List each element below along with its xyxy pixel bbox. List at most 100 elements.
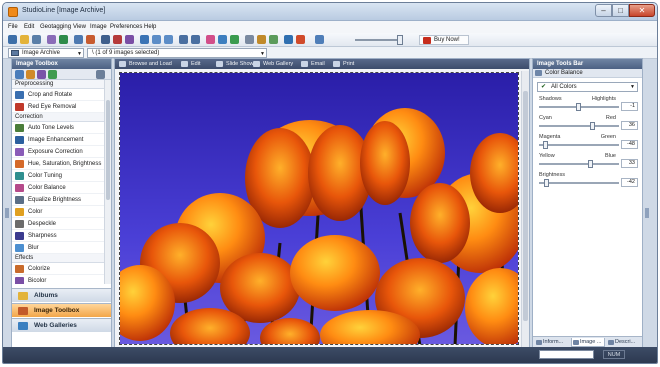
toolbox-section-header[interactable]: Preprocessing [12, 80, 104, 89]
paste-icon[interactable] [86, 35, 95, 44]
geotag-icon[interactable] [269, 35, 278, 44]
toolbox-item[interactable]: Equalize Brightness [12, 194, 104, 206]
new-icon[interactable] [8, 35, 17, 44]
collapse-right-icon[interactable] [645, 208, 649, 218]
tab-slideshow[interactable]: Slide Show [216, 60, 254, 68]
toolbox-item[interactable]: Exposure Correction [12, 146, 104, 158]
menu-image[interactable]: Image [90, 24, 107, 30]
tag-icon[interactable] [125, 35, 134, 44]
email-icon [301, 61, 308, 67]
tools-bar-tab[interactable]: Inform... [535, 338, 569, 347]
title-bar[interactable]: StudioLine [Image Archive] – □ ✕ [3, 3, 657, 21]
sort-icon[interactable] [140, 35, 149, 44]
tab-email[interactable]: Email [301, 60, 325, 68]
slider-handle[interactable] [542, 141, 548, 149]
filter-icon[interactable] [113, 35, 122, 44]
menu-file[interactable]: File [8, 24, 18, 30]
slider-track[interactable] [539, 182, 619, 184]
collapse-left-icon[interactable] [5, 208, 9, 218]
menu-help[interactable]: Help [144, 24, 156, 30]
toolbox-item[interactable]: Blur [12, 242, 104, 254]
tab-print[interactable]: Print [333, 60, 354, 68]
nav-globe[interactable]: Web Galleries [12, 318, 111, 332]
maximize-button[interactable]: □ [612, 4, 629, 17]
menu-preferences[interactable]: Preferences [110, 24, 142, 30]
selection-select[interactable]: \ (1 of 9 images selected) ▼ [87, 48, 267, 58]
toolbox-scrollbar[interactable] [104, 80, 111, 284]
nav-albums[interactable]: Albums [12, 288, 111, 302]
toolbox-item[interactable]: Auto Tone Levels [12, 122, 104, 134]
tool-icon[interactable] [15, 70, 24, 79]
toolbox-section-header[interactable]: Effects [12, 254, 104, 263]
rotate-right-icon[interactable] [164, 35, 173, 44]
slider-handle[interactable] [587, 160, 593, 168]
open-icon[interactable] [20, 35, 29, 44]
tool-icon[interactable] [37, 70, 46, 79]
viewer-scrollbar[interactable] [521, 71, 529, 347]
slider-value-field[interactable]: 33 [621, 159, 638, 168]
copy-icon[interactable] [74, 35, 83, 44]
slider-track[interactable] [539, 163, 619, 165]
slider-value-field[interactable]: -42 [621, 178, 638, 187]
slider-track[interactable] [539, 125, 619, 127]
menu-edit[interactable]: Edit [24, 24, 34, 30]
zoom-icon[interactable] [315, 35, 324, 44]
close-button[interactable]: ✕ [629, 4, 655, 17]
zoom-slider-handle[interactable] [397, 35, 403, 45]
slider-handle[interactable] [544, 179, 550, 187]
toolbox-item[interactable]: Hue, Saturation, Brightness [12, 158, 104, 170]
save-icon[interactable] [32, 35, 41, 44]
tab-web[interactable]: Web Gallery [253, 60, 293, 68]
stop-icon[interactable] [296, 35, 305, 44]
grid-view-icon[interactable] [101, 35, 110, 44]
toolbox-item[interactable]: Color [12, 206, 104, 218]
toolbox-item[interactable]: Despeckle [12, 218, 104, 230]
import-icon[interactable] [47, 35, 56, 44]
options-icon[interactable] [96, 70, 105, 79]
toolbox-item[interactable]: Sharpness [12, 230, 104, 242]
tools-bar-tab[interactable]: Image ... [571, 338, 605, 347]
redo-icon[interactable] [191, 35, 200, 44]
checkmark-icon: ✔ [541, 84, 547, 90]
blur-icon [15, 244, 24, 252]
nav-toolbox[interactable]: Image Toolbox [12, 303, 111, 317]
slider-handle[interactable] [590, 122, 595, 130]
toolbox-item[interactable]: Red Eye Removal [12, 101, 104, 113]
toolbox-item[interactable]: Image Enhancement [12, 134, 104, 146]
archive-select[interactable]: Image Archive ▼ [8, 48, 84, 58]
undo-icon[interactable] [179, 35, 188, 44]
menu-view[interactable]: View [73, 24, 86, 30]
flip-icon[interactable] [230, 35, 239, 44]
slider-left-label: Shadows [539, 96, 562, 102]
slideshow-toolbar-icon[interactable] [284, 35, 293, 44]
minimize-button[interactable]: – [595, 4, 612, 17]
toolbox-item[interactable]: Bicolor [12, 275, 104, 284]
contrast-icon[interactable] [218, 35, 227, 44]
camera-icon[interactable] [245, 35, 254, 44]
slider-handle[interactable] [575, 103, 581, 111]
scrollbar-thumb[interactable] [106, 100, 110, 200]
toolbox-item[interactable]: Colorize [12, 263, 104, 275]
photo[interactable] [119, 72, 519, 345]
tab-folder[interactable]: Browse and Load [119, 60, 172, 68]
toolbox-item[interactable]: Crop and Rotate [12, 89, 104, 101]
buy-now-button[interactable]: Buy Now! [419, 35, 469, 45]
toolbox-item[interactable]: Color Balance [12, 182, 104, 194]
rotate-left-icon[interactable] [152, 35, 161, 44]
toolbox-item[interactable]: Color Tuning [12, 170, 104, 182]
export-icon[interactable] [59, 35, 68, 44]
slider-value-field[interactable]: -48 [621, 140, 638, 149]
slider-value-field[interactable]: -1 [621, 102, 638, 111]
menu-geotagging[interactable]: Geotagging [40, 24, 71, 30]
tool-icon[interactable] [48, 70, 57, 79]
tools-bar-tab[interactable]: Descri... [607, 338, 641, 347]
slider-track[interactable] [539, 144, 619, 146]
color-range-select[interactable]: ✔ All Colors ▼ [537, 82, 638, 92]
color-icon[interactable] [206, 35, 215, 44]
tool-icon[interactable] [26, 70, 35, 79]
map-icon[interactable] [257, 35, 266, 44]
toolbox-section-header[interactable]: Correction [12, 113, 104, 122]
tab-edit[interactable]: Edit [181, 60, 200, 68]
scrollbar-thumb[interactable] [523, 91, 528, 321]
slider-value-field[interactable]: 36 [621, 121, 638, 130]
